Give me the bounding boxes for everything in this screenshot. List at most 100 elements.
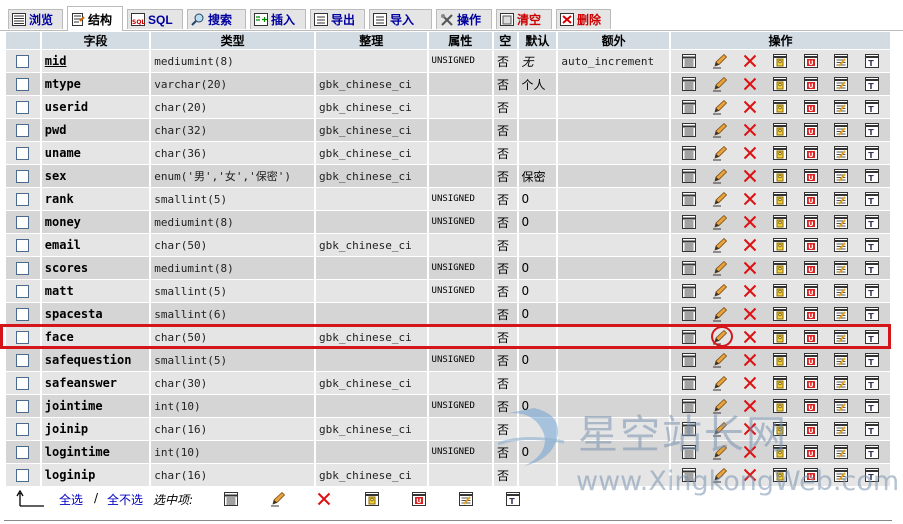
index-icon[interactable] (833, 145, 849, 161)
delete-x-icon[interactable] (742, 99, 758, 115)
unique-icon[interactable]: U (803, 76, 819, 92)
primary-key-icon[interactable] (772, 421, 788, 437)
primary-key-icon[interactable] (772, 214, 788, 230)
edit-pencil-icon[interactable] (712, 214, 728, 230)
fulltext-icon[interactable]: T (864, 99, 880, 115)
unique-icon[interactable]: U (803, 99, 819, 115)
index-icon[interactable] (833, 122, 849, 138)
primary-key-icon[interactable] (772, 237, 788, 253)
delete-x-icon[interactable] (742, 283, 758, 299)
primary-key-icon[interactable] (772, 99, 788, 115)
browse-distinct-icon[interactable] (681, 53, 697, 69)
edit-pencil-icon[interactable] (712, 283, 728, 299)
tab-operations[interactable]: 操作 (436, 9, 492, 29)
fulltext-icon[interactable]: T (864, 145, 880, 161)
row-checkbox[interactable] (16, 262, 30, 275)
row-checkbox[interactable] (16, 354, 30, 367)
fulltext-icon[interactable]: T (864, 260, 880, 276)
delete-x-icon[interactable] (742, 122, 758, 138)
browse-distinct-icon[interactable] (681, 421, 697, 437)
unique-icon[interactable]: U (803, 260, 819, 276)
delete-x-icon[interactable] (742, 260, 758, 276)
delete-x-icon[interactable] (742, 168, 758, 184)
browse-distinct-icon[interactable] (681, 283, 697, 299)
unique-icon[interactable]: U (803, 283, 819, 299)
index-icon[interactable] (833, 53, 849, 69)
fulltext-icon[interactable]: T (505, 491, 521, 510)
unique-icon[interactable]: U (803, 122, 819, 138)
index-icon[interactable] (833, 352, 849, 368)
browse-distinct-icon[interactable] (681, 145, 697, 161)
delete-x-icon[interactable] (742, 329, 758, 345)
delete-x-icon[interactable] (742, 306, 758, 322)
edit-pencil-icon[interactable] (712, 421, 728, 437)
browse-distinct-icon[interactable] (223, 491, 239, 510)
row-checkbox[interactable] (16, 423, 30, 436)
browse-distinct-icon[interactable] (681, 375, 697, 391)
unique-icon[interactable]: U (803, 53, 819, 69)
edit-pencil-icon[interactable] (712, 191, 728, 207)
delete-x-icon[interactable] (742, 237, 758, 253)
delete-x-icon[interactable] (742, 444, 758, 460)
row-checkbox[interactable] (16, 308, 30, 321)
edit-pencil-icon[interactable] (712, 99, 728, 115)
edit-pencil-icon[interactable] (712, 145, 728, 161)
fulltext-icon[interactable]: T (864, 306, 880, 322)
index-icon[interactable] (833, 76, 849, 92)
browse-distinct-icon[interactable] (681, 76, 697, 92)
primary-key-icon[interactable] (772, 168, 788, 184)
primary-key-icon[interactable] (772, 352, 788, 368)
delete-x-icon[interactable] (316, 491, 332, 510)
uncheck-all-link[interactable]: 全不选 (107, 491, 143, 508)
row-checkbox[interactable] (16, 469, 30, 482)
edit-pencil-icon[interactable] (712, 122, 728, 138)
browse-distinct-icon[interactable] (681, 329, 697, 345)
index-icon[interactable] (833, 283, 849, 299)
index-icon[interactable] (833, 398, 849, 414)
unique-icon[interactable]: U (803, 306, 819, 322)
edit-pencil-icon[interactable] (712, 260, 728, 276)
edit-pencil-icon[interactable] (712, 352, 728, 368)
primary-key-icon[interactable] (772, 145, 788, 161)
browse-distinct-icon[interactable] (681, 168, 697, 184)
unique-icon[interactable]: U (803, 329, 819, 345)
delete-x-icon[interactable] (742, 53, 758, 69)
fulltext-icon[interactable]: T (864, 467, 880, 483)
fulltext-icon[interactable]: T (864, 352, 880, 368)
edit-pencil-icon[interactable] (712, 53, 728, 69)
unique-icon[interactable]: U (803, 444, 819, 460)
primary-key-icon[interactable] (772, 467, 788, 483)
index-icon[interactable] (833, 214, 849, 230)
tab-structure[interactable]: 结构 (67, 6, 123, 31)
check-all-link[interactable]: 全选 (59, 491, 83, 508)
unique-icon[interactable]: U (803, 375, 819, 391)
tab-browse[interactable]: 浏览 (8, 9, 63, 29)
primary-key-icon[interactable] (772, 53, 788, 69)
browse-distinct-icon[interactable] (681, 398, 697, 414)
index-icon[interactable] (833, 444, 849, 460)
index-icon[interactable] (833, 467, 849, 483)
browse-distinct-icon[interactable] (681, 444, 697, 460)
edit-pencil-icon[interactable] (712, 76, 728, 92)
unique-icon[interactable]: U (803, 398, 819, 414)
tab-import[interactable]: 导入 (369, 9, 432, 29)
tab-empty[interactable]: 清空 (496, 9, 552, 29)
index-icon[interactable] (833, 329, 849, 345)
primary-key-icon[interactable] (772, 76, 788, 92)
tab-search[interactable]: 搜索 (187, 9, 246, 29)
index-icon[interactable] (833, 237, 849, 253)
row-checkbox[interactable] (16, 78, 30, 91)
tab-insert[interactable]: 插入 (250, 9, 306, 29)
unique-icon[interactable]: U (803, 214, 819, 230)
edit-pencil-icon[interactable] (712, 467, 728, 483)
row-checkbox[interactable] (16, 216, 30, 229)
fulltext-icon[interactable]: T (864, 375, 880, 391)
fulltext-icon[interactable]: T (864, 283, 880, 299)
unique-icon[interactable]: U (803, 352, 819, 368)
delete-x-icon[interactable] (742, 421, 758, 437)
browse-distinct-icon[interactable] (681, 467, 697, 483)
delete-x-icon[interactable] (742, 467, 758, 483)
primary-key-icon[interactable] (772, 191, 788, 207)
primary-key-icon[interactable] (772, 444, 788, 460)
row-checkbox[interactable] (16, 285, 30, 298)
